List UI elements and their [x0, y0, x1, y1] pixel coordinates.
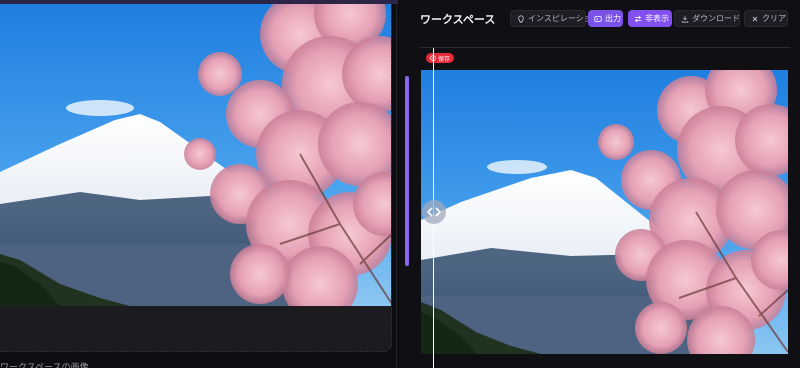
- split-arrows-icon: [427, 207, 441, 217]
- source-image-footer: [0, 306, 391, 351]
- clear-label: クリア: [762, 14, 786, 23]
- clear-icon: [752, 16, 758, 21]
- inspiration-button[interactable]: インスピレーション: [510, 10, 600, 27]
- header-separator: [420, 47, 790, 48]
- save-badge-label: 保存: [438, 55, 451, 63]
- workspace-panel: ワークスペース インスピレーション 出力 非表示 ダウンロード クリア 保存: [398, 0, 800, 368]
- hide-button[interactable]: 非表示: [628, 10, 672, 27]
- workspace-header: ワークスペース インスピレーション 出力 非表示 ダウンロード クリア: [398, 0, 800, 36]
- output-button[interactable]: 出力: [588, 10, 623, 27]
- output-label: 出力: [605, 14, 621, 23]
- comparison-canvas[interactable]: [421, 70, 788, 354]
- workspace-title: ワークスペース: [420, 13, 496, 26]
- download-label: ダウンロード: [692, 14, 740, 23]
- download-icon: [681, 15, 689, 23]
- source-image[interactable]: [0, 4, 391, 306]
- output-icon: [594, 15, 602, 22]
- source-image-panel: [0, 4, 392, 352]
- hide-label: 非表示: [645, 14, 669, 23]
- panel-divider: [396, 4, 397, 368]
- comparison-slider-handle[interactable]: [422, 200, 446, 224]
- clear-button[interactable]: クリア: [744, 10, 788, 27]
- bulb-icon: [518, 14, 524, 23]
- save-badge[interactable]: 保存: [426, 53, 455, 63]
- vertical-scrollbar[interactable]: [405, 76, 409, 266]
- hide-icon: [634, 15, 642, 22]
- download-button[interactable]: ダウンロード: [674, 10, 740, 27]
- workspace-image-caption: ワークスペースの画像: [0, 363, 89, 368]
